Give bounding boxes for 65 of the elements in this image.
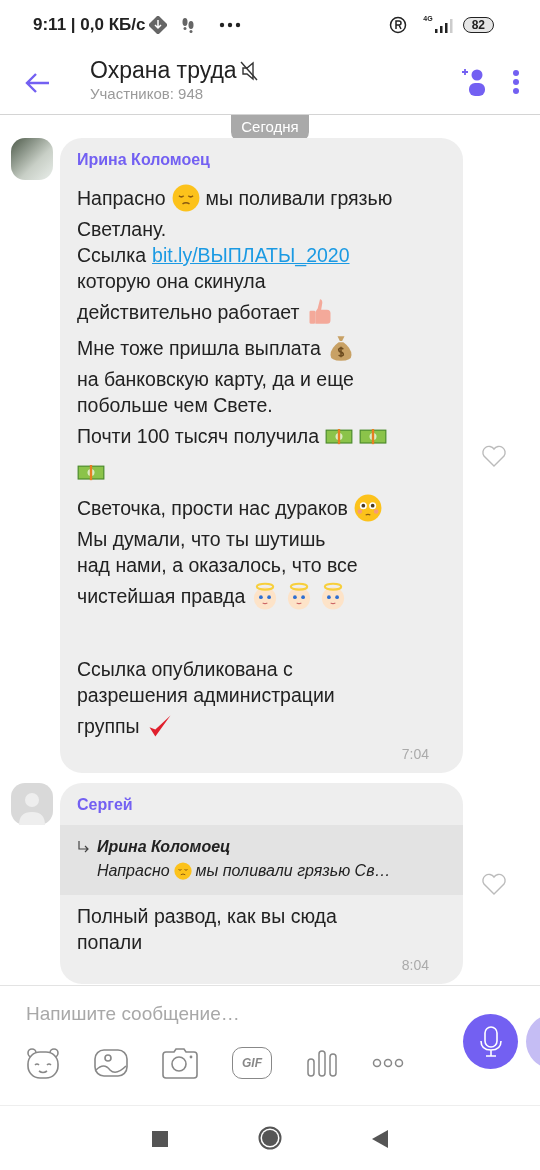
- like-button[interactable]: [481, 871, 507, 895]
- message-text: Светлану.: [77, 216, 167, 242]
- message-text: побольше чем Свете.: [77, 392, 273, 418]
- message-text: чистейшая правда: [77, 583, 246, 609]
- heart-icon: [481, 444, 507, 467]
- message-text: Напрасно: [77, 185, 166, 211]
- sad-face-icon: [173, 861, 192, 880]
- registered-icon: [389, 16, 408, 34]
- message-text: Полный развод, как вы сюда: [77, 903, 337, 929]
- download-icon: [149, 16, 168, 34]
- message-text: над нами, а оказалось, что все: [77, 552, 358, 578]
- camera-icon: [162, 1046, 198, 1079]
- message-text: попали: [77, 929, 143, 955]
- message-text: Мы думали, что ты шутишь: [77, 526, 326, 552]
- reply-arrow-icon: [77, 839, 89, 854]
- message-text: которую она скинула: [77, 268, 266, 294]
- poll-button[interactable]: [306, 1048, 338, 1077]
- message-text: Напрасно: [97, 860, 170, 881]
- message-text: Почти 100 тысяч получила: [77, 423, 319, 449]
- message-text: группы: [77, 713, 140, 739]
- message-text: Ссылка: [77, 242, 147, 268]
- triangle-icon: [372, 1129, 388, 1148]
- participants-count: Участников: 948: [90, 84, 205, 105]
- gallery-button[interactable]: [94, 1047, 128, 1078]
- menu-button[interactable]: [512, 69, 520, 95]
- message-text: действительно работает: [77, 299, 300, 325]
- circle-icon: [258, 1126, 282, 1151]
- message-text: Ссылка опубликована с: [77, 656, 293, 682]
- camera-button[interactable]: [162, 1046, 198, 1079]
- status-time-speed: 9:11 | 0,0 КБ/с: [33, 14, 146, 37]
- message-time: 7:04: [400, 744, 430, 764]
- battery-level: 82: [462, 17, 494, 33]
- sticker-button[interactable]: [26, 1046, 60, 1079]
- bars-icon: [306, 1048, 338, 1077]
- back-arrow-icon: [24, 71, 50, 94]
- message-text: Мне тоже пришла выплата: [77, 335, 321, 361]
- gif-button[interactable]: GIF: [232, 1046, 272, 1079]
- sender-name: Сергей: [76, 794, 134, 815]
- picture-icon: [94, 1047, 128, 1078]
- heart-icon: [481, 872, 507, 895]
- like-button[interactable]: [481, 443, 507, 467]
- back-button[interactable]: [24, 70, 50, 94]
- menu-icon: [512, 69, 520, 95]
- sender-name: Ирина Коломоец: [76, 149, 211, 170]
- bear-face-icon: [26, 1046, 60, 1079]
- signal-icon: [432, 17, 455, 33]
- pleading-face-icon: [353, 493, 382, 522]
- square-icon: [152, 1130, 168, 1147]
- quoted-author: Ирина Коломоец: [97, 836, 231, 857]
- message-link[interactable]: bit.ly/ВЫПЛАТЫ_2020: [152, 241, 350, 268]
- message-text: на банковскую карту, да и еще: [77, 366, 354, 392]
- message-text: мы поливали грязью: [205, 185, 393, 211]
- more-icon: [372, 1058, 404, 1069]
- message-text: Светочка, прости нас дураков: [77, 495, 348, 521]
- add-person-icon: [460, 67, 488, 97]
- add-participant-button[interactable]: [460, 67, 488, 97]
- voice-message-button[interactable]: [463, 1014, 518, 1069]
- message-text: мы поливали грязью Св…: [195, 860, 391, 881]
- microphone-icon: [477, 1025, 504, 1058]
- more-icon: [219, 22, 242, 28]
- home-button[interactable]: [258, 1125, 282, 1151]
- message-text: разрешения администрации: [77, 682, 335, 708]
- sad-face-icon: [171, 183, 200, 212]
- message-time: 8:04: [400, 955, 430, 975]
- chat-title: Охрана труда: [90, 58, 237, 84]
